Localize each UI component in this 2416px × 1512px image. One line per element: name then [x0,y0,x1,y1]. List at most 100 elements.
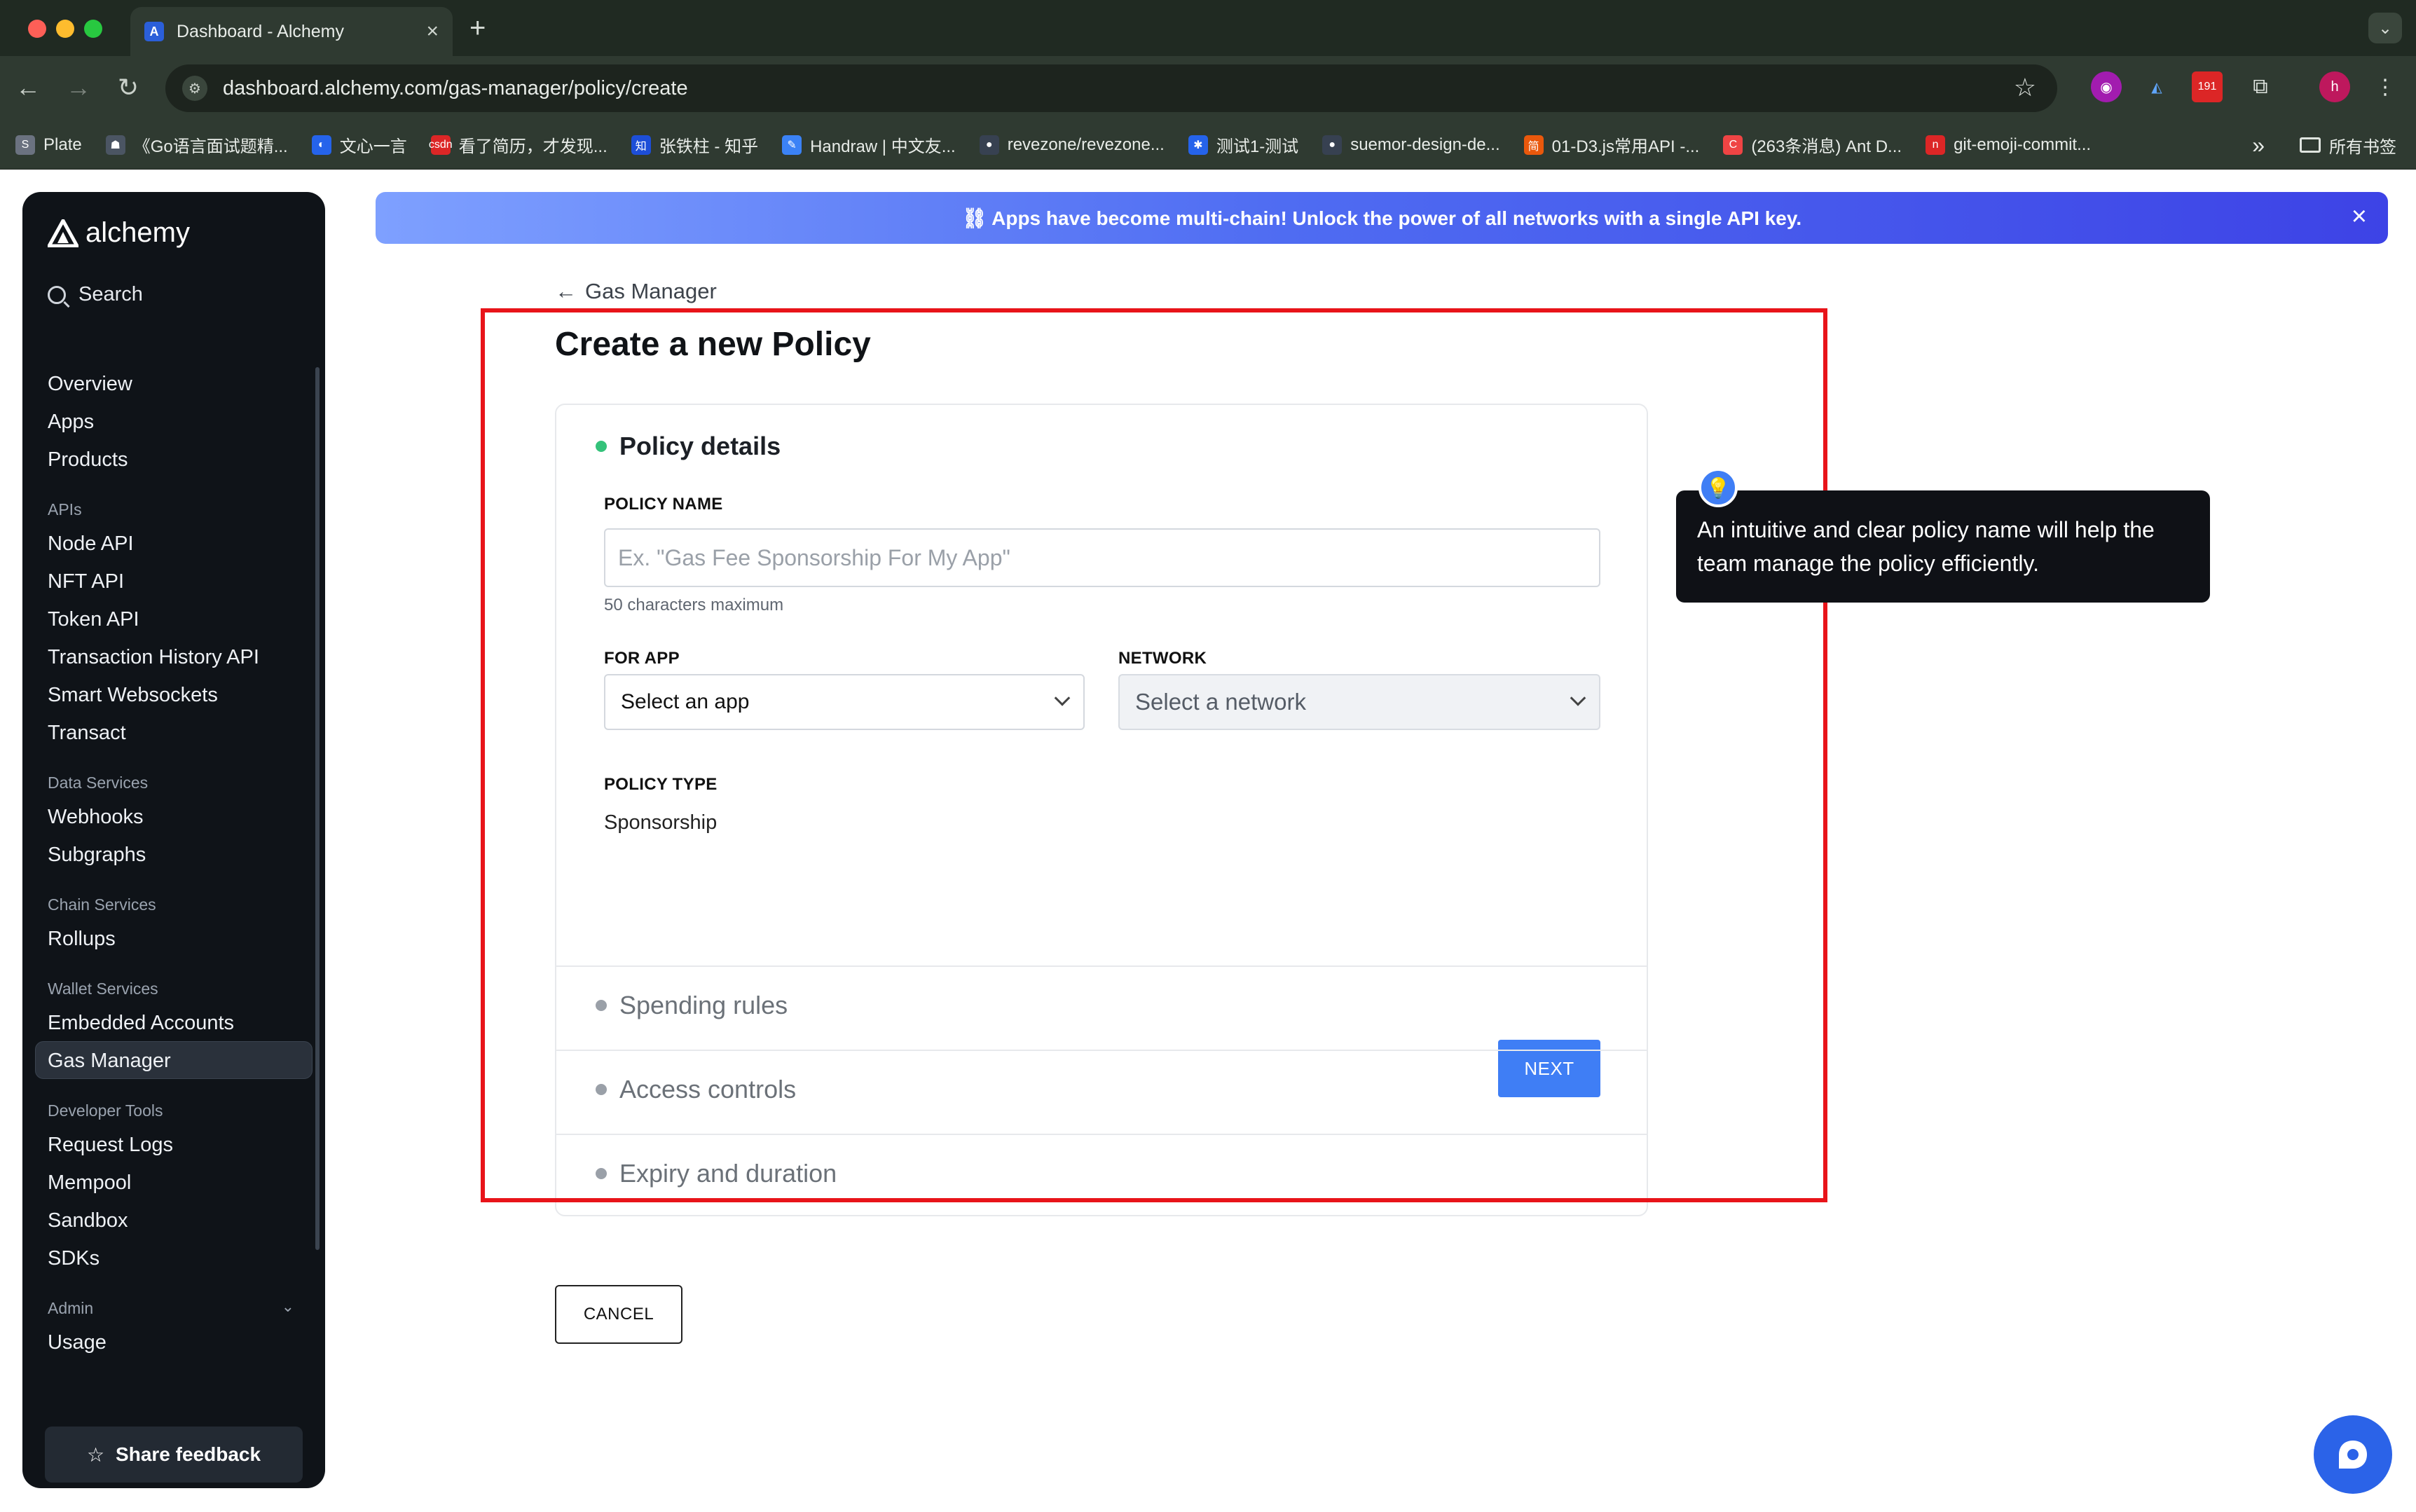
window-minimize-button[interactable] [56,20,74,38]
sidebar-item-node-api[interactable]: Node API [48,532,134,556]
url-text[interactable]: dashboard.alchemy.com/gas-manager/policy… [223,77,688,100]
star-outline-icon: ☆ [86,1443,105,1466]
sidebar-item-webhooks[interactable]: Webhooks [48,806,144,829]
sidebar-scrollbar[interactable] [315,367,320,1250]
bookmark-item[interactable]: S Plate [15,135,82,155]
bookmark-favicon-icon: S [15,135,35,155]
bookmark-label: Handraw | 中文友... [810,137,956,156]
bookmark-favicon-icon: ● [979,135,999,155]
brand-name: alchemy [85,217,190,248]
address-bar[interactable]: ⚙ dashboard.alchemy.com/gas-manager/poli… [165,64,2057,112]
back-link-label: Gas Manager [585,279,717,303]
extension-badge[interactable]: 191 [2192,71,2223,102]
search-icon [48,285,66,304]
sidebar-section-label: Developer Tools [48,1101,163,1120]
bookmark-label: 文心一言 [339,137,407,156]
bookmark-favicon-icon: 知 [631,135,651,155]
browser-tab-active[interactable]: A Dashboard - Alchemy × [130,7,453,56]
sidebar-item-transact[interactable]: Transact [48,722,126,745]
bookmark-favicon-icon: C [1723,135,1743,155]
bookmark-item[interactable]: csdn 看了简历，才发现... [429,132,608,157]
all-bookmarks-folder[interactable]: 所有书签 [2300,133,2396,158]
avatar[interactable]: h [2319,71,2350,102]
sidebar-item-usage[interactable]: Usage [48,1331,107,1354]
bookmark-label: (263条消息) Ant D... [1751,137,1902,156]
bookmark-label: 张铁柱 - 知乎 [659,137,759,156]
chevron-down-icon[interactable]: ⌄ [282,1298,294,1316]
chevron-down-icon: ⌄ [2377,18,2393,38]
arrow-left-icon: ← [555,279,577,303]
bookmarks-bar: S Plate ☗ 《Go语言面试题精... ◐ 文心一言 csdn 看了简历，才发现... 知… [0,121,2416,170]
bookmark-label: 看了简历，才发现... [458,137,608,156]
search-label: Search [78,283,143,305]
bookmark-item[interactable]: n git-emoji-commit... [1926,135,2091,155]
window-close-button[interactable] [28,20,46,38]
extension-icon[interactable]: ◉ [2091,71,2122,102]
back-link[interactable]: ← Gas Manager [555,279,717,304]
tab-title: Dashboard - Alchemy [177,21,345,41]
bookmarks-overflow-button[interactable]: » [2252,132,2265,158]
sidebar-item-nft-api[interactable]: NFT API [48,570,124,593]
bookmark-favicon-icon: ✎ [782,135,802,155]
sidebar-item-request-logs[interactable]: Request Logs [48,1134,173,1157]
policy-name-tooltip: An intuitive and clear policy name will … [1676,490,2210,603]
sidebar-item-smart-websockets[interactable]: Smart Websockets [48,684,218,707]
sidebar-item-transaction-history-api[interactable]: Transaction History API [48,646,259,669]
bookmark-label: Plate [43,135,82,154]
reload-icon[interactable]: ↻ [118,73,139,102]
bookmark-item[interactable]: ☗ 《Go语言面试题精... [105,132,288,157]
puzzle-icon[interactable]: ⧉ [2245,71,2276,102]
bookmark-item[interactable]: ● revezone/revezone... [979,135,1165,155]
bookmark-label: 测试1-测试 [1216,137,1299,156]
bookmark-favicon-icon: csdn [429,135,453,155]
bookmark-item[interactable]: ◐ 文心一言 [311,132,407,157]
bookmark-item[interactable]: ✎ Handraw | 中文友... [782,132,956,157]
new-tab-button[interactable]: + [469,13,486,44]
share-feedback-button[interactable]: ☆ Share feedback [45,1427,303,1483]
alchemy-logo-icon: A [144,22,164,41]
window-zoom-button[interactable] [84,20,102,38]
bookmark-item[interactable]: ✱ 测试1-测试 [1188,132,1298,157]
sidebar-item-sandbox[interactable]: Sandbox [48,1209,128,1232]
bookmark-label: 01-D3.js常用API -... [1551,137,1700,156]
bookmark-item[interactable]: 知张铁柱 - 知乎 [631,132,758,157]
bookmark-item[interactable]: ● suemor-design-de... [1322,135,1500,155]
browser-toolbar: ← → ↻ ⚙ dashboard.alchemy.com/gas-manage… [0,56,2416,121]
sidebar-section-label: Chain Services [48,895,156,914]
cancel-button[interactable]: CANCEL [555,1285,682,1344]
close-icon[interactable]: × [426,20,439,43]
close-icon[interactable]: × [2352,202,2367,232]
folder-icon [2300,137,2321,153]
brand-logo[interactable]: alchemy [48,217,190,249]
sidebar-section-label[interactable]: Admin [48,1299,93,1318]
banner-text: ⛓ Apps have become multi-chain! Unlock t… [961,207,1802,229]
sidebar-item-token-api[interactable]: Token API [48,608,139,631]
app-content: alchemy Search ☆ Share feedback Overview… [0,170,2416,1512]
sidebar-item-subgraphs[interactable]: Subgraphs [48,844,146,867]
highlight-box [481,308,1827,1202]
extension-icon[interactable]: ◭ [2141,71,2172,102]
sidebar-item-rollups[interactable]: Rollups [48,928,116,951]
bookmark-label: 《Go语言面试题精... [133,137,288,156]
bookmark-star-icon[interactable]: ☆ [2014,73,2036,102]
chat-support-button[interactable] [2314,1415,2392,1494]
sidebar-item-products[interactable]: Products [48,448,128,472]
sidebar-item-sdks[interactable]: SDKs [48,1247,99,1270]
sidebar-item-mempool[interactable]: Mempool [48,1171,131,1195]
bookmark-label: revezone/revezone... [1007,135,1165,154]
bookmark-item[interactable]: 简 01-D3.js常用API -... [1523,132,1700,157]
more-vert-icon[interactable]: ⋮ [2370,71,2401,102]
sidebar-search[interactable]: Search [48,283,143,306]
forward-arrow-icon[interactable]: → [66,73,91,102]
tab-search-button[interactable]: ⌄ [2368,13,2402,43]
bookmark-item[interactable]: C (263条消息) Ant D... [1723,132,1902,157]
sidebar-item-embedded-accounts[interactable]: Embedded Accounts [48,1012,234,1035]
site-settings-icon[interactable]: ⚙ [182,76,207,101]
back-arrow-icon[interactable]: ← [15,73,41,102]
sidebar-section-label: APIs [48,500,82,518]
sidebar-item-overview[interactable]: Overview [48,373,132,396]
sidebar-item-gas-manager[interactable]: Gas Manager [48,1050,171,1073]
alchemy-logo-icon [48,219,78,247]
bookmarks-right: » 所有书签 [2252,121,2396,170]
sidebar-item-apps[interactable]: Apps [48,411,94,434]
